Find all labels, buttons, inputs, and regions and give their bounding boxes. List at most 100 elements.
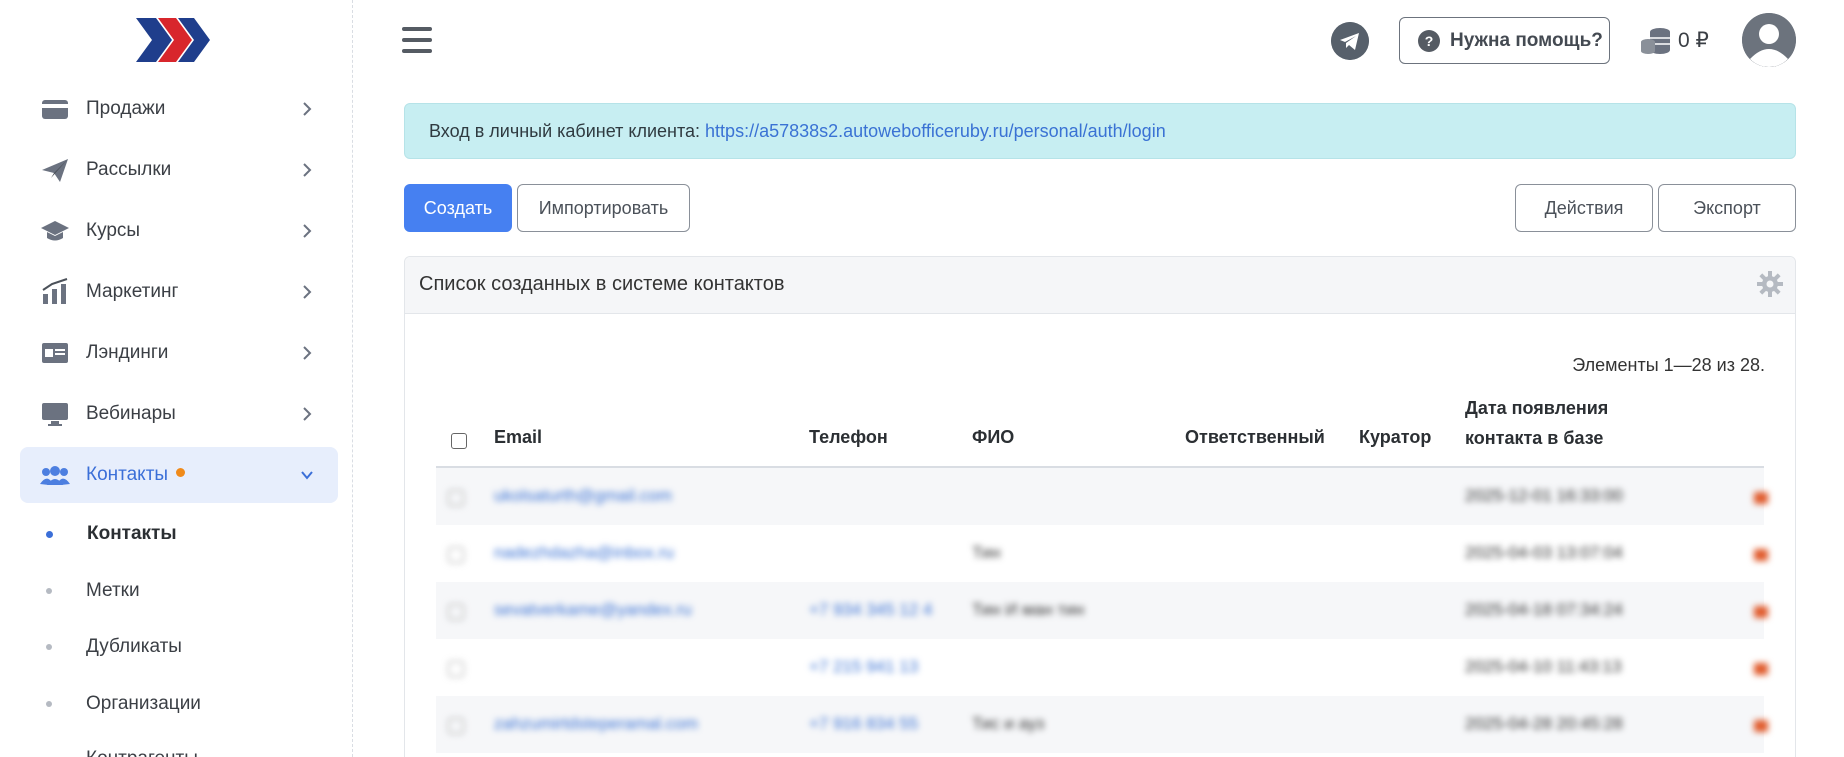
import-button[interactable]: Импортировать: [517, 184, 690, 232]
delete-icon[interactable]: [1754, 663, 1768, 675]
row-fio: Тин: [972, 543, 1001, 562]
sidebar-subitem-label: Контакты: [87, 523, 177, 544]
row-email[interactable]: ukolsaturth@gmail.com: [494, 486, 672, 506]
sidebar-item-sales[interactable]: Продажи: [20, 81, 338, 137]
card-header: Список созданных в системе контактов: [405, 257, 1795, 314]
column-header-curator[interactable]: Куратор: [1359, 422, 1431, 452]
card-title: Список созданных в системе контактов: [419, 273, 785, 295]
sidebar-item-marketing[interactable]: Маркетинг: [20, 264, 338, 320]
delete-icon[interactable]: [1754, 492, 1768, 504]
row-email[interactable]: sevatverkame@yandex.ru: [494, 600, 692, 620]
delete-icon[interactable]: [1754, 720, 1768, 732]
sidebar-item-label: Продажи: [86, 98, 166, 119]
actions-button[interactable]: Действия: [1515, 184, 1653, 232]
row-checkbox[interactable]: [448, 661, 464, 677]
row-phone[interactable]: +7 215 941 13: [809, 657, 918, 677]
sidebar-item-courses[interactable]: Курсы: [20, 203, 338, 259]
delete-icon[interactable]: [1754, 549, 1768, 561]
row-email[interactable]: nadezhdazha@inbox.ru: [494, 543, 674, 563]
sidebar-item-label: Контакты: [86, 464, 186, 486]
chevron-right-icon: [303, 224, 312, 238]
sidebar-subitem-label: Дубликаты: [86, 636, 182, 657]
menu-toggle-icon[interactable]: [402, 27, 432, 53]
sidebar-item-label-text: Контакты: [86, 464, 169, 485]
coins-icon: [1641, 28, 1670, 54]
sidebar-subitem-contacts[interactable]: Контакты: [46, 519, 177, 549]
table-row[interactable]: ukolsaturth@gmail.com 2025-12-01 16:33:0…: [436, 468, 1768, 525]
sidebar-subitem-tags[interactable]: Метки: [46, 576, 140, 606]
wallet-icon: [42, 100, 68, 119]
client-login-link[interactable]: https://a57838s2.autowebofficeruby.ru/pe…: [705, 121, 1166, 142]
column-header-date-line2: контакта в базе: [1465, 428, 1604, 448]
sidebar-subitem-duplicates[interactable]: Дубликаты: [46, 632, 182, 662]
column-header-phone[interactable]: Телефон: [809, 422, 888, 452]
chevron-right-icon: [303, 346, 312, 360]
sidebar-subitem-label: Контрагенты: [86, 748, 198, 757]
row-checkbox[interactable]: [448, 604, 464, 620]
sidebar-item-webinars[interactable]: Вебинары: [20, 386, 338, 442]
landing-page-icon: [42, 343, 68, 363]
sidebar-item-label: Курсы: [86, 220, 141, 241]
bullet-icon: [46, 644, 52, 650]
notification-dot: [176, 468, 186, 477]
balance-value: 0 ₽: [1678, 29, 1709, 52]
row-fio: Тин И ман тин: [972, 600, 1085, 619]
sidebar-item-mailings[interactable]: Рассылки: [20, 142, 338, 198]
paper-plane-icon: [42, 159, 68, 182]
bullet-icon: [46, 530, 53, 538]
gear-icon[interactable]: [1757, 271, 1783, 297]
row-email[interactable]: zahzumirtdsteperamal.com: [494, 714, 698, 734]
row-date: 2025-04-03 13:07:04: [1465, 543, 1623, 562]
chart-bars-icon: [42, 278, 68, 304]
column-header-responsible[interactable]: Ответственный: [1185, 422, 1325, 452]
help-button-label: Нужна помощь?: [1450, 29, 1603, 51]
chevron-down-icon: [301, 471, 313, 480]
chevron-right-icon: [303, 407, 312, 421]
sidebar-subitem-counterparties[interactable]: Контрагенты: [46, 744, 198, 757]
help-button[interactable]: ? Нужна помощь?: [1399, 17, 1610, 64]
create-button[interactable]: Создать: [404, 184, 512, 232]
column-header-email[interactable]: Email: [494, 422, 542, 452]
column-header-date-line1: Дата появления: [1465, 398, 1609, 418]
sidebar-item-label: Рассылки: [86, 159, 172, 180]
column-header-date[interactable]: Дата появления контакта в базе: [1465, 393, 1608, 453]
row-phone[interactable]: +7 934 345 12 4: [809, 600, 932, 620]
avatar-icon[interactable]: [1742, 13, 1796, 67]
alert-text: Вход в личный кабинет клиента:: [429, 120, 701, 141]
users-icon: [40, 466, 70, 485]
row-phone[interactable]: +7 916 834 55: [809, 714, 918, 734]
contacts-card: Список созданных в системе контактов Эле…: [404, 256, 1796, 757]
export-button[interactable]: Экспорт: [1658, 184, 1796, 232]
chevron-right-icon: [303, 102, 312, 116]
sidebar: Продажи Рассылки Курсы Маркетинг Лэндинг…: [0, 0, 353, 757]
row-checkbox[interactable]: [448, 547, 464, 563]
row-checkbox[interactable]: [448, 490, 464, 506]
logo-icon[interactable]: [134, 16, 214, 64]
telegram-icon[interactable]: [1331, 22, 1369, 60]
column-header-fio[interactable]: ФИО: [972, 422, 1014, 452]
row-date: 2025-12-01 16:33:00: [1465, 486, 1623, 505]
delete-icon[interactable]: [1754, 606, 1768, 618]
row-fio: Тис и ауз: [972, 714, 1045, 733]
question-icon: ?: [1418, 29, 1440, 52]
row-date: 2025-04-28 20:45:28: [1465, 714, 1623, 733]
pagination-summary: Элементы 1—28 из 28.: [1572, 355, 1765, 375]
graduation-cap-icon: [41, 221, 69, 241]
table-row[interactable]: +7 215 941 13 2025-04-10 11:43:13: [436, 639, 1768, 696]
chevron-right-icon: [303, 163, 312, 177]
sidebar-item-label: Вебинары: [86, 403, 176, 424]
sidebar-item-contacts[interactable]: Контакты: [20, 447, 338, 503]
sidebar-subitem-label: Организации: [86, 693, 201, 714]
table-row[interactable]: zahzumirtdsteperamal.com +7 916 834 55 Т…: [436, 696, 1768, 753]
sidebar-item-landings[interactable]: Лэндинги: [20, 325, 338, 381]
select-all-checkbox[interactable]: [451, 433, 467, 449]
sidebar-subitem-organizations[interactable]: Организации: [46, 689, 201, 719]
bullet-icon: [46, 701, 52, 707]
table-row[interactable]: nadezhdazha@inbox.ru Тин 2025-04-03 13:0…: [436, 525, 1768, 582]
sidebar-subitem-label: Метки: [86, 580, 140, 601]
row-date: 2025-04-10 11:43:13: [1465, 657, 1622, 676]
client-login-alert: Вход в личный кабинет клиента: https://a…: [404, 103, 1796, 159]
chevron-right-icon: [303, 285, 312, 299]
table-row[interactable]: sevatverkame@yandex.ru +7 934 345 12 4 Т…: [436, 582, 1768, 639]
row-checkbox[interactable]: [448, 718, 464, 734]
